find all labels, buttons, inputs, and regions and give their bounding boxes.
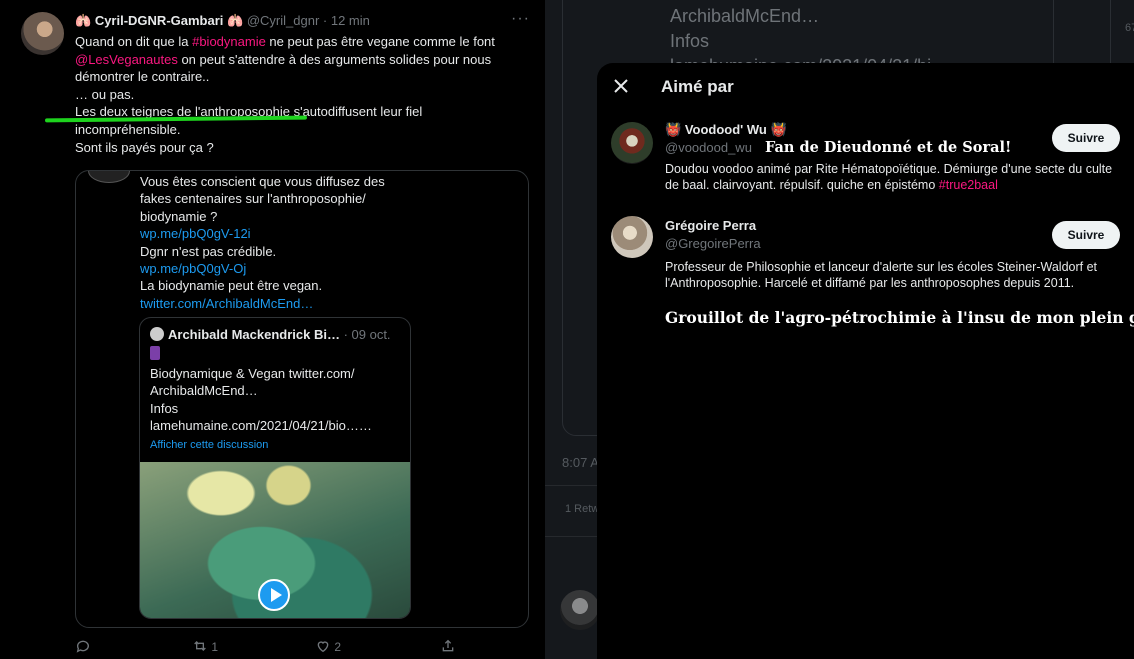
video-thumbnail[interactable]: [140, 462, 410, 618]
author-handle[interactable]: @Cyril_dgnr: [247, 13, 319, 28]
liked-by-modal: Aimé par 👹 Voodood' Wu 👹 @voodood_wu Fan…: [597, 63, 1134, 659]
quote-avatar: [88, 171, 130, 183]
follow-button[interactable]: Suivre: [1052, 221, 1120, 249]
tweet-header: 🫁 Cyril-DGNR-Gambari 🫁 @Cyril_dgnr · 12 …: [75, 13, 370, 29]
modal-title: Aimé par: [661, 77, 734, 96]
spool-emoji-icon: [150, 346, 160, 360]
more-options-icon[interactable]: ···: [511, 10, 530, 28]
user-bio: Doudou voodoo animé par Rite Hématopoïét…: [665, 162, 1113, 192]
author-name[interactable]: Cyril-DGNR-Gambari: [95, 13, 224, 28]
hashtag-link[interactable]: #biodynamie: [192, 34, 266, 49]
close-icon[interactable]: [611, 76, 631, 96]
hashtag-link[interactable]: #true2baal: [939, 178, 998, 192]
nested-body: Biodynamique & Vegan twitter.com/ Archib…: [150, 346, 400, 455]
tweet-time[interactable]: · 12 min: [323, 13, 370, 28]
follow-button[interactable]: Suivre: [1052, 124, 1120, 152]
user-avatar[interactable]: [611, 216, 653, 258]
tweet-panel: 🫁 Cyril-DGNR-Gambari 🫁 @Cyril_dgnr · 12 …: [0, 0, 546, 659]
bg-avatar: [560, 590, 600, 630]
quoted-tweet[interactable]: Vous êtes conscient que vous diffusez de…: [75, 170, 529, 628]
play-icon[interactable]: [258, 579, 290, 611]
tweet-text: Quand on dit que la #biodynamie ne peut …: [75, 34, 495, 155]
like-count: 2: [334, 640, 342, 654]
user-name[interactable]: Grégoire Perra: [665, 218, 756, 233]
retweet-button[interactable]: 1: [192, 638, 218, 654]
user-bio: Professeur de Philosophie et lanceur d'a…: [665, 260, 1098, 290]
user-handle[interactable]: @GregoirePerra: [665, 236, 761, 251]
user-avatar[interactable]: [611, 122, 653, 164]
user-handle[interactable]: @voodood_wu: [665, 140, 752, 155]
retweet-count: 1: [211, 640, 219, 654]
share-icon[interactable]: [440, 638, 456, 654]
reply-icon[interactable]: [75, 638, 91, 654]
nested-author[interactable]: Archibald Mackendrick Bi…: [168, 327, 340, 342]
author-avatar[interactable]: [21, 12, 64, 55]
name-emoji: 🫁: [227, 13, 244, 28]
link[interactable]: wp.me/pbQ0gV-12i: [140, 225, 410, 242]
nested-avatar: [150, 327, 164, 341]
user-name[interactable]: 👹 Voodood' Wu 👹: [665, 122, 787, 138]
nested-date: · 09 oct.: [343, 327, 391, 342]
annotation-overlay: Grouillot de l'agro-pétrochimie à l'insu…: [665, 308, 1134, 327]
link[interactable]: twitter.com/ArchibaldMcEnd…: [140, 295, 410, 312]
link[interactable]: wp.me/pbQ0gV-Oj: [140, 260, 410, 277]
heart-icon: [317, 641, 329, 653]
like-button[interactable]: 2: [315, 638, 341, 654]
nested-quoted-tweet[interactable]: Archibald Mackendrick Bi… · 09 oct. Biod…: [139, 317, 411, 619]
name-emoji: 🫁: [75, 13, 92, 28]
show-thread-link[interactable]: Afficher cette discussion: [150, 437, 400, 455]
nested-header: Archibald Mackendrick Bi… · 09 oct.: [150, 327, 391, 342]
mention-link[interactable]: @LesVeganautes: [75, 52, 178, 67]
retweet-icon: [194, 641, 206, 651]
annotation-overlay: Fan de Dieudonné et de Soral!: [765, 139, 1012, 156]
quote-text: Vous êtes conscient que vous diffusez de…: [140, 173, 410, 312]
